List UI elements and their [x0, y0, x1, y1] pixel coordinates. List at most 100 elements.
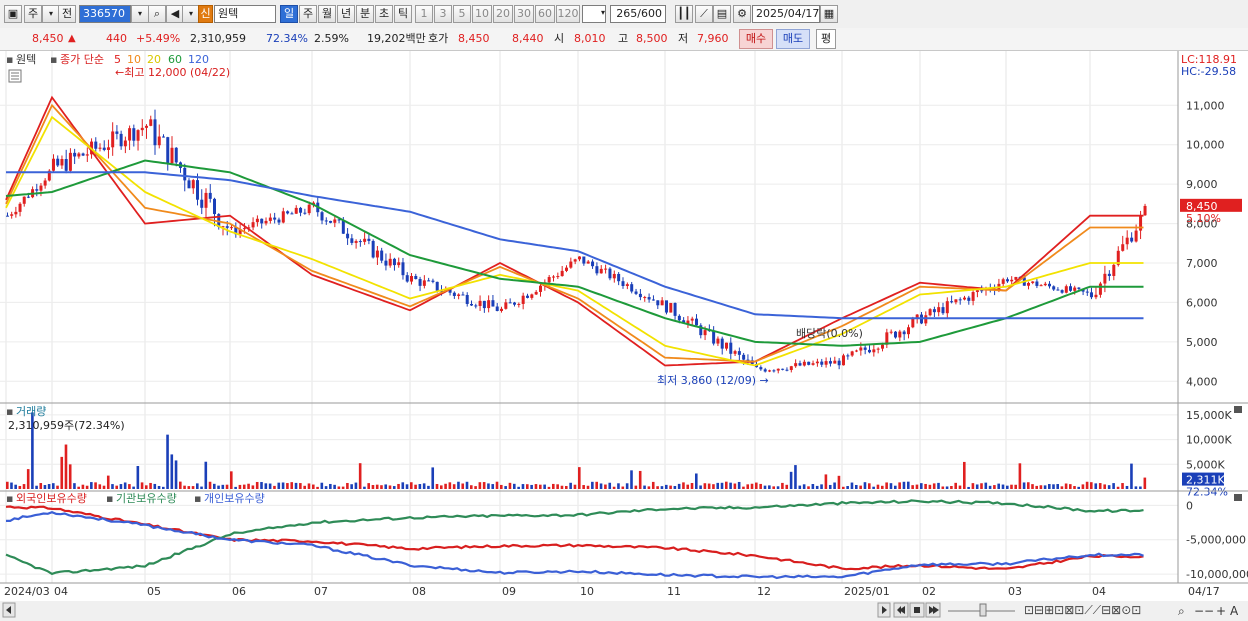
legend-ma10[interactable]: 10 [127, 53, 141, 66]
search-icon[interactable]: ⌕ [148, 5, 166, 23]
volume-bar [60, 456, 64, 489]
inv-maximize-icon[interactable] [1234, 494, 1242, 501]
eval-button[interactable]: 평 [816, 29, 836, 49]
volume-bar [1098, 483, 1102, 489]
volume-bar [251, 485, 255, 489]
minute-120[interactable]: 120 [556, 5, 580, 23]
volume-bar [937, 482, 940, 489]
x-axis-label: 08 [412, 585, 426, 598]
candle-body [73, 152, 77, 157]
period-week[interactable]: 주 [299, 5, 317, 23]
count-field[interactable]: 265/600 [610, 5, 666, 23]
ask-price-1: 8,450 [458, 32, 490, 45]
candle-body [68, 152, 72, 171]
gear-icon[interactable]: ⚙ [733, 5, 751, 23]
zoom-in-icon[interactable]: + [1216, 604, 1226, 618]
period-tick[interactable]: 틱 [394, 5, 412, 23]
volume-bar [1043, 485, 1047, 489]
volume-bar [941, 486, 945, 489]
vol-maximize-icon[interactable] [1234, 406, 1242, 413]
minute-60[interactable]: 60 [535, 5, 555, 23]
candle-body [268, 217, 272, 221]
candle-body [482, 300, 486, 309]
save-icon[interactable]: ▤ [713, 5, 731, 23]
volume-bar [695, 473, 698, 489]
stock-chart[interactable]: 2024/03 04 05 06 07 08 09 10 11 12 2025/01 02 03 04 04… [0, 51, 1248, 621]
minute-3[interactable]: 3 [434, 5, 452, 23]
volume-bar [591, 481, 594, 489]
code-input[interactable]: 336570 [79, 5, 131, 23]
stock-name-field[interactable]: 원텍 [214, 5, 276, 23]
layout-icons[interactable]: ⊡⊟⊞⊡⊠⊡⟋⟋⊟⊠⊙⊡ [1024, 603, 1141, 617]
candle-type-icon[interactable]: ┃┃ [675, 5, 693, 23]
legend-stock-name[interactable]: 원텍 [16, 53, 36, 66]
date-field[interactable]: 2025/04/17 [752, 5, 820, 23]
volume-bar [397, 483, 400, 489]
volume-bar [669, 485, 672, 489]
legend-ma5[interactable]: 5 [114, 53, 121, 66]
legend-institution[interactable]: 기관보유수량 [116, 492, 177, 505]
volume-bar [1031, 484, 1034, 489]
candle-body [643, 297, 647, 299]
candle-body [712, 330, 716, 344]
candle-body [569, 261, 573, 268]
zoom-min-icon[interactable]: − [1204, 604, 1214, 618]
volume-bar [604, 484, 607, 489]
zoom-slider-handle[interactable] [979, 603, 987, 617]
candle-body [621, 281, 625, 286]
legend-retail[interactable]: 개인보유수량 [204, 492, 265, 505]
volume-bar [337, 486, 341, 489]
period-day[interactable]: 일 [280, 5, 298, 23]
minute-20[interactable]: 20 [493, 5, 513, 23]
period-month[interactable]: 월 [318, 5, 336, 23]
volume-bar [975, 484, 979, 489]
line-tool-icon[interactable]: ⟋ [695, 5, 713, 23]
calendar-icon[interactable]: ▦ [820, 5, 838, 23]
candle-body [733, 351, 737, 354]
volume-bar [984, 482, 988, 489]
candle-body [1014, 276, 1018, 280]
x-axis-label: 2024/03 [4, 585, 50, 598]
legend-foreign[interactable]: 외국인보유수량 [16, 492, 87, 505]
font-size-icon[interactable]: A [1230, 604, 1239, 618]
buy-button[interactable]: 매수 [739, 29, 773, 49]
legend-ma120[interactable]: 120 [188, 53, 209, 66]
search-zoom-icon[interactable]: ⌕ [1178, 604, 1185, 618]
volume-bar [643, 485, 646, 489]
volume-bar [47, 484, 51, 489]
candle-body [617, 273, 621, 282]
sell-button[interactable]: 매도 [776, 29, 810, 49]
volume-bar [1112, 483, 1115, 489]
candle-body [77, 153, 81, 157]
minute-30[interactable]: 30 [514, 5, 534, 23]
volume-bar [1056, 484, 1059, 489]
volume-bar [371, 485, 375, 489]
volume-bar [707, 483, 711, 489]
x-axis-label: 02 [922, 585, 936, 598]
minute-1[interactable]: 1 [415, 5, 433, 23]
candle-body [1001, 279, 1005, 284]
kind-button[interactable]: 주 [24, 5, 42, 23]
volume-bar [268, 483, 272, 489]
candle-body [504, 302, 508, 309]
window-icon[interactable]: ▣ [4, 5, 22, 23]
minute-10[interactable]: 10 [472, 5, 492, 23]
candle-body [427, 280, 431, 282]
candle-body [461, 294, 465, 296]
candle-body [889, 331, 893, 333]
candle-body [350, 238, 354, 243]
minute-5[interactable]: 5 [453, 5, 471, 23]
volume-bar [833, 482, 836, 489]
period-second[interactable]: 초 [375, 5, 393, 23]
code-dropdown-icon[interactable]: ▾ [131, 5, 149, 23]
zoom-out-icon[interactable]: − [1194, 604, 1204, 618]
legend-ma60[interactable]: 60 [168, 53, 182, 66]
period-minute[interactable]: 분 [356, 5, 374, 23]
volume-bar [418, 484, 422, 489]
legend-ma20[interactable]: 20 [147, 53, 161, 66]
volume-title[interactable]: 거래량 [16, 405, 46, 418]
volume-bar [539, 484, 542, 489]
prev-button[interactable]: 전 [58, 5, 76, 23]
period-year[interactable]: 년 [337, 5, 355, 23]
legend-ma-label[interactable]: 종가 단순 [60, 53, 104, 66]
